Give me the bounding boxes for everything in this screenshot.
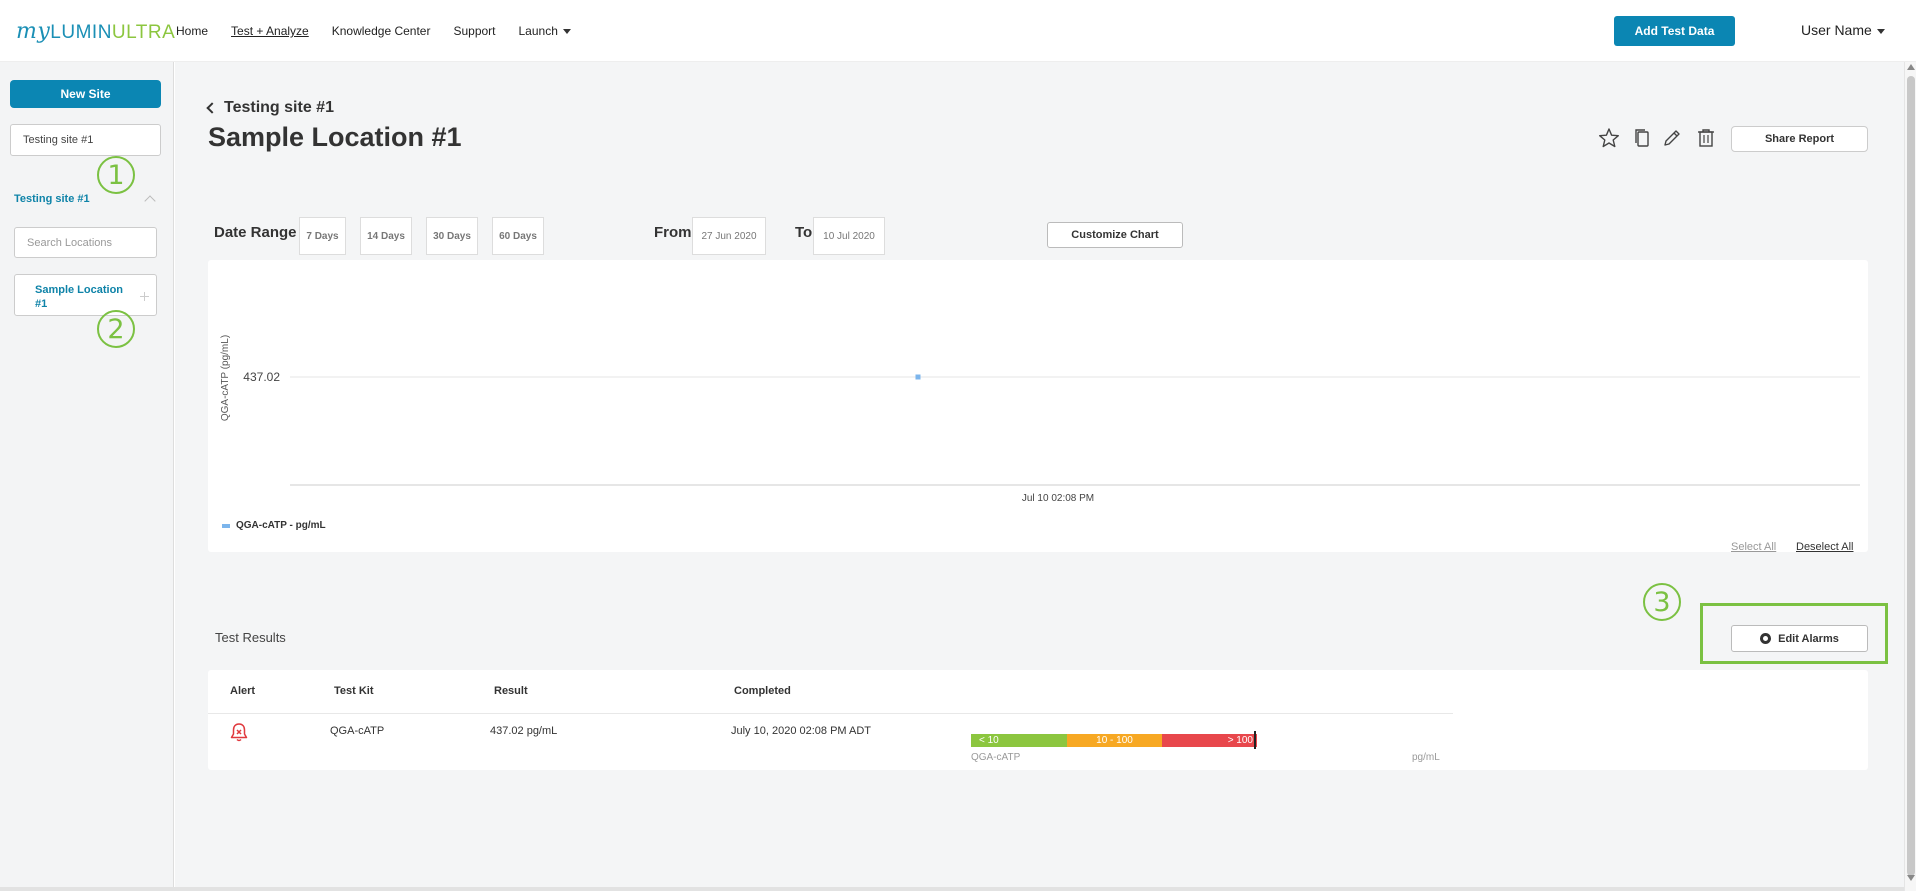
from-date-input[interactable]: 27 Jun 2020 [692, 217, 766, 255]
scroll-thumb[interactable] [1907, 76, 1915, 876]
chart-svg: QGA-cATP (pg/mL) 437.02 Jul 10 02:08 PM [220, 335, 1860, 504]
gauge-unit-label: pg/mL [1412, 752, 1440, 763]
date-range-label: Date Range [214, 224, 297, 241]
to-label: To [795, 224, 813, 241]
column-header-completed: Completed [734, 685, 791, 697]
scroll-up-icon[interactable] [1907, 64, 1915, 70]
column-header-result: Result [494, 685, 528, 697]
y-axis-label: QGA-cATP (pg/mL) [220, 335, 231, 421]
callout-marker-2: 2 [97, 310, 135, 348]
pencil-icon[interactable] [1661, 127, 1683, 149]
bottom-border [0, 887, 1904, 891]
scroll-down-icon[interactable] [1907, 875, 1915, 881]
results-table [208, 670, 1868, 770]
copy-icon[interactable] [1631, 127, 1653, 149]
share-report-button[interactable]: Share Report [1731, 126, 1868, 152]
range-7-days-button[interactable]: 7 Days [299, 217, 346, 255]
user-menu[interactable]: User Name [1801, 22, 1885, 38]
customize-chart-button[interactable]: Customize Chart [1047, 222, 1183, 248]
cell-result: 437.02 pg/mL [490, 725, 558, 737]
column-header-alert: Alert [230, 685, 256, 697]
chevron-down-icon [562, 29, 571, 35]
top-navbar: myLUMINULTRA Home Test + Analyze Knowled… [0, 0, 1916, 62]
cell-completed: July 10, 2020 02:08 PM ADT [731, 725, 872, 737]
range-14-days-button[interactable]: 14 Days [360, 217, 412, 255]
logo-lumin: LUMIN [50, 22, 112, 43]
legend-label: QGA-cATP - pg/mL [236, 520, 326, 531]
chevron-down-icon [1876, 28, 1885, 34]
breadcrumb[interactable]: Testing site #1 [206, 99, 334, 117]
gauge-value-marker [1254, 731, 1256, 749]
edit-circle-icon [1760, 633, 1772, 644]
select-all-link[interactable]: Select All [1731, 541, 1776, 553]
x-tick-label: Jul 10 02:08 PM [1022, 493, 1094, 504]
star-icon[interactable] [1598, 127, 1620, 149]
nav-knowledge-center[interactable]: Knowledge Center [332, 24, 431, 38]
data-point[interactable] [915, 374, 921, 380]
callout-marker-1: 1 [97, 156, 135, 194]
cell-test-kit: QGA-cATP [330, 725, 385, 737]
add-test-data-button[interactable]: Add Test Data [1614, 16, 1735, 46]
main-nav: Home Test + Analyze Knowledge Center Sup… [176, 24, 571, 38]
logo-my: my [16, 19, 51, 44]
nav-launch-label: Launch [518, 24, 558, 38]
user-name-label: User Name [1801, 22, 1872, 38]
callout-marker-3: 3 [1643, 583, 1681, 621]
nav-support[interactable]: Support [453, 24, 495, 38]
gauge-segment-high: > 100 [1162, 734, 1257, 747]
nav-test-analyze[interactable]: Test + Analyze [231, 24, 309, 38]
page-scrollbar[interactable] [1904, 62, 1916, 891]
location-item-label: Sample Location #1 [35, 284, 124, 310]
chart-legend[interactable]: QGA-cATP - pg/mL [222, 520, 326, 531]
chart-card: QGA-cATP (pg/mL) 437.02 Jul 10 02:08 PM [208, 260, 1868, 552]
test-results-title: Test Results [215, 630, 286, 645]
result-range-gauge: < 10 10 - 100 > 100 [971, 734, 1257, 747]
nav-launch[interactable]: Launch [519, 24, 571, 38]
new-site-button[interactable]: New Site [10, 80, 161, 108]
logo-ultra: ULTRA [111, 22, 176, 43]
edit-alarms-label: Edit Alarms [1778, 632, 1839, 645]
sidebar-item-sample-location[interactable]: Sample Location #1 [14, 274, 157, 316]
luminultra-logo[interactable]: myLUMINULTRA [16, 18, 175, 44]
gauge-kit-label: QGA-cATP [971, 752, 1021, 763]
legend-swatch [222, 523, 230, 528]
table-divider [208, 713, 1453, 714]
to-date-input[interactable]: 10 Jul 2020 [813, 217, 885, 255]
from-label: From [654, 224, 692, 241]
deselect-all-link[interactable]: Deselect All [1796, 541, 1853, 553]
gauge-segment-mid: 10 - 100 [1067, 734, 1162, 747]
edit-alarms-button[interactable]: Edit Alarms [1731, 625, 1868, 652]
series-points [915, 374, 921, 380]
y-tick-label: 437.02 [243, 370, 280, 384]
site-select[interactable]: Testing site #1 [10, 124, 161, 156]
sidebar [0, 62, 174, 891]
page-title: Sample Location #1 [208, 122, 462, 152]
gauge-segment-low: < 10 [971, 734, 1067, 747]
nav-home[interactable]: Home [176, 24, 208, 38]
range-30-days-button[interactable]: 30 Days [426, 217, 478, 255]
trash-icon[interactable] [1695, 127, 1717, 149]
alarm-alert-icon[interactable] [229, 722, 249, 742]
site-group-label[interactable]: Testing site #1 [14, 193, 90, 205]
drag-handle-icon[interactable] [140, 292, 149, 301]
search-locations-input[interactable]: Search Locations [14, 227, 157, 258]
chevron-left-icon [206, 102, 218, 114]
column-header-test-kit: Test Kit [334, 685, 374, 697]
breadcrumb-label: Testing site #1 [224, 99, 334, 116]
range-60-days-button[interactable]: 60 Days [492, 217, 544, 255]
